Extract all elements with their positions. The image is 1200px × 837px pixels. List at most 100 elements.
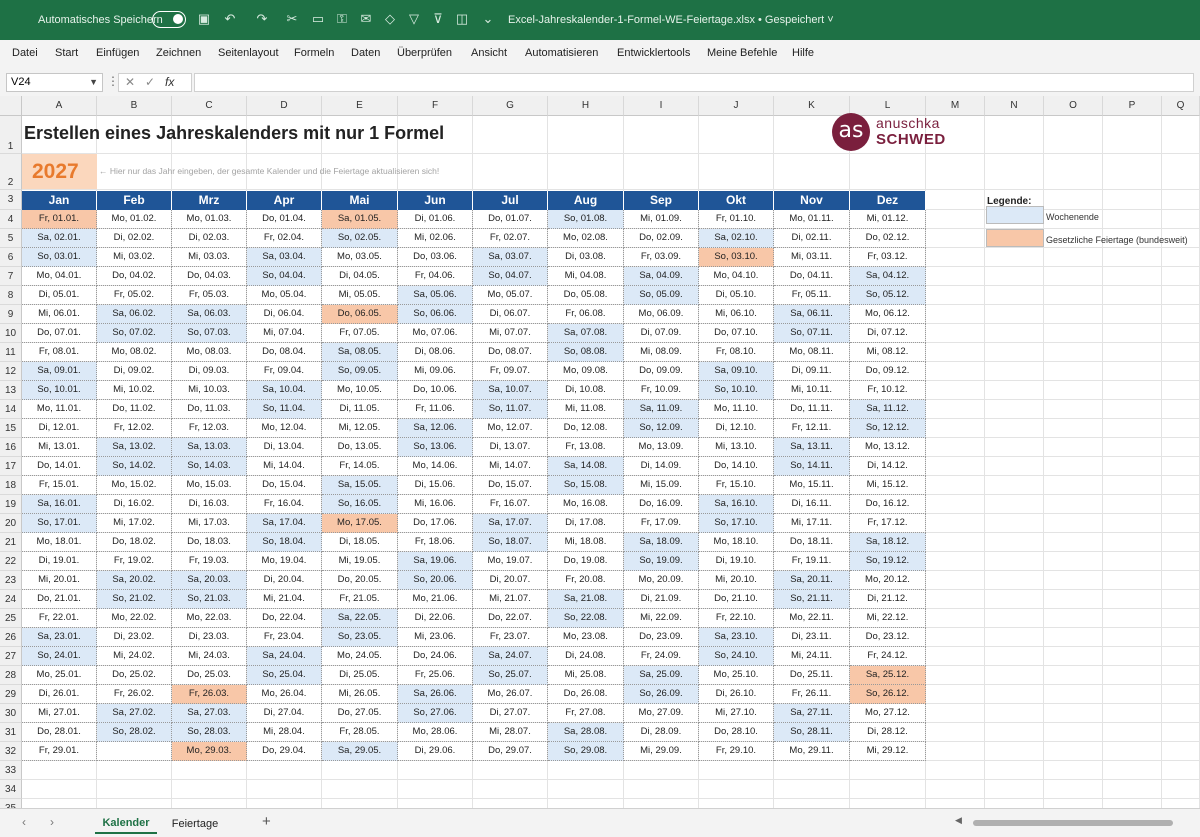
calendar-cell[interactable]: Di, 27.07. — [473, 704, 548, 723]
calendar-cell[interactable]: Fr, 08.10. — [699, 343, 774, 362]
calendar-cell[interactable]: Do, 16.12. — [850, 495, 926, 514]
calendar-cell[interactable]: Fr, 06.08. — [548, 305, 624, 324]
calendar-cell[interactable]: Mo, 01.02. — [97, 210, 172, 229]
calendar-cell[interactable]: Mi, 07.07. — [473, 324, 548, 343]
calendar-cell[interactable]: Fr, 03.09. — [624, 248, 699, 267]
scrollbar-thumb[interactable] — [973, 820, 1173, 826]
calendar-cell[interactable]: Do, 13.05. — [322, 438, 398, 457]
calendar-cell[interactable]: Di, 12.01. — [22, 419, 97, 438]
column-header-h[interactable]: H — [548, 96, 624, 116]
calendar-cell[interactable]: Fr, 22.10. — [699, 609, 774, 628]
calendar-cell[interactable]: Mo, 14.06. — [398, 457, 473, 476]
row-header-11[interactable]: 11 — [0, 343, 22, 362]
calendar-cell[interactable]: Mi, 20.01. — [22, 571, 97, 590]
row-header-13[interactable]: 13 — [0, 381, 22, 400]
calendar-cell[interactable]: Sa, 11.12. — [850, 400, 926, 419]
calendar-cell[interactable]: Mo, 05.04. — [247, 286, 322, 305]
calendar-cell[interactable]: Do, 14.01. — [22, 457, 97, 476]
calendar-cell[interactable]: Di, 09.11. — [774, 362, 850, 381]
calendar-cell[interactable]: So, 28.03. — [172, 723, 247, 742]
calendar-cell[interactable]: Di, 26.10. — [699, 685, 774, 704]
calendar-cell[interactable]: Fr, 19.02. — [97, 552, 172, 571]
calendar-cell[interactable]: Fr, 16.04. — [247, 495, 322, 514]
calendar-cell[interactable]: Do, 11.02. — [97, 400, 172, 419]
column-header-a[interactable]: A — [22, 96, 97, 116]
more-icon[interactable]: ⌄ — [480, 11, 496, 27]
calendar-cell[interactable]: Do, 04.02. — [97, 267, 172, 286]
calendar-cell[interactable]: Sa, 10.07. — [473, 381, 548, 400]
calendar-cell[interactable]: Do, 18.02. — [97, 533, 172, 552]
row-header-1[interactable]: 1 — [0, 116, 22, 154]
calendar-cell[interactable]: Di, 15.06. — [398, 476, 473, 495]
row-header-30[interactable]: 30 — [0, 704, 22, 723]
calendar-cell[interactable]: Mi, 12.05. — [322, 419, 398, 438]
calendar-cell[interactable]: Sa, 02.10. — [699, 229, 774, 248]
calendar-cell[interactable]: Sa, 24.07. — [473, 647, 548, 666]
cut-icon[interactable]: ✂ — [284, 11, 300, 27]
menu-formeln[interactable]: Formeln — [294, 40, 334, 68]
calendar-cell[interactable]: Fr, 12.02. — [97, 419, 172, 438]
filter-clear-icon[interactable]: ⊽ — [430, 11, 446, 27]
calendar-cell[interactable]: Di, 06.07. — [473, 305, 548, 324]
calendar-cell[interactable]: Mi, 08.12. — [850, 343, 926, 362]
calendar-cell[interactable]: Di, 01.06. — [398, 210, 473, 229]
calendar-cell[interactable]: Sa, 17.04. — [247, 514, 322, 533]
cancel-icon[interactable]: ✕ — [125, 74, 135, 91]
calendar-cell[interactable]: Di, 13.04. — [247, 438, 322, 457]
calendar-cell[interactable]: Mo, 27.09. — [624, 704, 699, 723]
calendar-cell[interactable]: Do, 08.04. — [247, 343, 322, 362]
calendar-cell[interactable]: So, 21.11. — [774, 590, 850, 609]
calendar-cell[interactable]: Do, 02.12. — [850, 229, 926, 248]
calendar-cell[interactable]: Sa, 08.05. — [322, 343, 398, 362]
calendar-cell[interactable]: Mo, 06.09. — [624, 305, 699, 324]
calendar-cell[interactable]: Di, 21.12. — [850, 590, 926, 609]
calendar-cell[interactable]: Fr, 12.11. — [774, 419, 850, 438]
row-header-3[interactable]: 3 — [0, 190, 22, 210]
worksheet-grid[interactable]: ABCDEFGHIJKLMNOPQ 1 2 3 4 5 6 7 8 9 10 11 12 13 14 15 1… — [0, 96, 1200, 808]
calendar-cell[interactable]: So, 26.12. — [850, 685, 926, 704]
row-header-5[interactable]: 5 — [0, 229, 22, 248]
menu-entwicklertools[interactable]: Entwicklertools — [617, 40, 690, 68]
calendar-cell[interactable]: Sa, 03.04. — [247, 248, 322, 267]
calendar-cell[interactable]: So, 29.08. — [548, 742, 624, 761]
calendar-cell[interactable]: So, 09.05. — [322, 362, 398, 381]
scroll-left-icon[interactable]: ◀ — [955, 815, 962, 826]
tab-next-icon[interactable]: › — [50, 815, 54, 829]
column-header-c[interactable]: C — [172, 96, 247, 116]
calendar-cell[interactable]: Mo, 22.11. — [774, 609, 850, 628]
calendar-cell[interactable]: Fr, 15.01. — [22, 476, 97, 495]
calendar-cell[interactable]: Sa, 13.03. — [172, 438, 247, 457]
calendar-cell[interactable]: Di, 07.12. — [850, 324, 926, 343]
screenshot-icon[interactable]: ◫ — [454, 11, 470, 27]
calendar-cell[interactable]: Do, 18.11. — [774, 533, 850, 552]
calendar-cell[interactable]: Di, 14.12. — [850, 457, 926, 476]
calendar-cell[interactable]: Di, 07.09. — [624, 324, 699, 343]
calendar-cell[interactable]: Sa, 05.06. — [398, 286, 473, 305]
calendar-cell[interactable]: So, 10.10. — [699, 381, 774, 400]
row-header-7[interactable]: 7 — [0, 267, 22, 286]
menu-automatisieren[interactable]: Automatisieren — [525, 40, 598, 68]
calendar-cell[interactable]: Do, 22.07. — [473, 609, 548, 628]
calendar-cell[interactable]: Mo, 23.08. — [548, 628, 624, 647]
calendar-cell[interactable]: Di, 05.10. — [699, 286, 774, 305]
calendar-cell[interactable]: So, 04.04. — [247, 267, 322, 286]
row-header-15[interactable]: 15 — [0, 419, 22, 438]
calendar-cell[interactable]: Di, 13.07. — [473, 438, 548, 457]
calendar-cell[interactable]: Di, 26.01. — [22, 685, 97, 704]
calendar-cell[interactable]: Mo, 21.06. — [398, 590, 473, 609]
column-header-n[interactable]: N — [985, 96, 1044, 116]
calendar-cell[interactable]: Fr, 02.04. — [247, 229, 322, 248]
row-header-17[interactable]: 17 — [0, 457, 22, 476]
calendar-cell[interactable]: Fr, 26.11. — [774, 685, 850, 704]
calendar-cell[interactable]: Di, 19.01. — [22, 552, 97, 571]
calendar-cell[interactable]: Fr, 05.11. — [774, 286, 850, 305]
calendar-cell[interactable]: Mi, 17.11. — [774, 514, 850, 533]
calendar-cell[interactable]: Fr, 09.04. — [247, 362, 322, 381]
calendar-cell[interactable]: Mi, 28.07. — [473, 723, 548, 742]
calendar-cell[interactable]: So, 11.04. — [247, 400, 322, 419]
calendar-cell[interactable]: Mi, 17.03. — [172, 514, 247, 533]
calendar-cell[interactable]: So, 12.12. — [850, 419, 926, 438]
calendar-cell[interactable]: Mi, 29.09. — [624, 742, 699, 761]
calendar-cell[interactable]: Fr, 29.01. — [22, 742, 97, 761]
calendar-cell[interactable]: So, 13.06. — [398, 438, 473, 457]
